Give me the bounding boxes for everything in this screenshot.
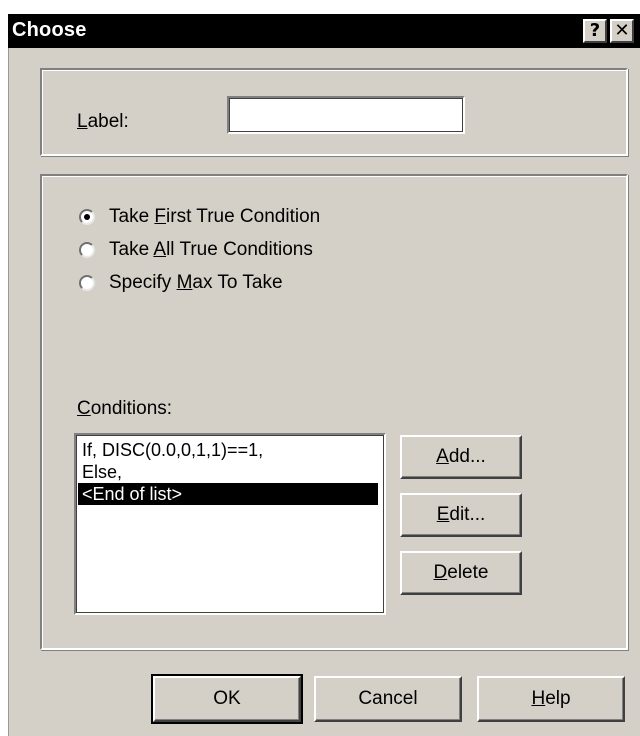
add-button[interactable]: Add... [400, 435, 522, 479]
close-icon[interactable]: ✕ [610, 19, 634, 43]
radio-indicator[interactable] [79, 242, 95, 258]
title-bar[interactable]: Choose ? ✕ [8, 14, 640, 48]
list-item[interactable]: <End of list> [78, 483, 378, 505]
help-button[interactable]: Help [477, 676, 625, 722]
label-input[interactable] [227, 96, 465, 134]
ok-button[interactable]: OK [151, 674, 303, 724]
radio-indicator[interactable] [79, 209, 95, 225]
help-icon[interactable]: ? [583, 19, 607, 43]
list-item[interactable]: If, DISC(0.0,0,1,1)==1, [78, 439, 378, 461]
radio-label: Take All True Conditions [109, 239, 313, 260]
radio-specify-max[interactable]: Specify Max To Take [79, 270, 283, 296]
window-title: Choose [12, 19, 87, 41]
conditions-caption: Conditions: [77, 398, 173, 419]
edit-button[interactable]: Edit... [400, 493, 522, 537]
delete-button[interactable]: Delete [400, 551, 522, 595]
list-item[interactable]: Else, [78, 461, 378, 483]
radio-take-all[interactable]: Take All True Conditions [79, 237, 313, 263]
label-caption: Label: [77, 111, 129, 132]
radio-take-first[interactable]: Take First True Condition [79, 204, 320, 230]
radio-label: Take First True Condition [109, 206, 321, 227]
radio-label: Specify Max To Take [109, 272, 283, 293]
conditions-listbox[interactable]: If, DISC(0.0,0,1,1)==1, Else, <End of li… [74, 433, 386, 615]
cancel-button[interactable]: Cancel [314, 676, 462, 722]
radio-indicator[interactable] [79, 275, 95, 291]
